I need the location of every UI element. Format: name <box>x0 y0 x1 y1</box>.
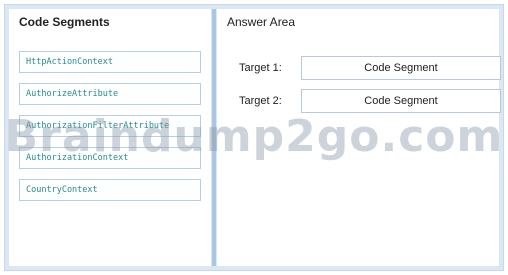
code-segments-panel: Code Segments HttpActionContext Authoriz… <box>9 9 211 266</box>
code-segment-item[interactable]: HttpActionContext <box>19 51 201 73</box>
target-1-drop-slot[interactable]: Code Segment <box>301 56 501 80</box>
code-segment-item[interactable]: CountryContext <box>19 179 201 201</box>
code-segment-item[interactable]: AuthorizationContext <box>19 147 201 169</box>
target-2-label: Target 2: <box>239 95 282 107</box>
target-1-label: Target 1: <box>239 62 282 74</box>
code-segment-item[interactable]: AuthorizationFilterAttribute <box>19 115 201 137</box>
answer-area-panel: Answer Area Target 1: Code Segment Targe… <box>217 9 501 266</box>
target-2-drop-slot[interactable]: Code Segment <box>301 89 501 113</box>
panel-divider <box>212 9 216 266</box>
dialog-frame: Code Segments HttpActionContext Authoriz… <box>4 4 504 271</box>
code-segment-item[interactable]: AuthorizeAttribute <box>19 83 201 105</box>
answer-area-title: Answer Area <box>227 15 296 29</box>
code-segments-title: Code Segments <box>19 15 110 29</box>
